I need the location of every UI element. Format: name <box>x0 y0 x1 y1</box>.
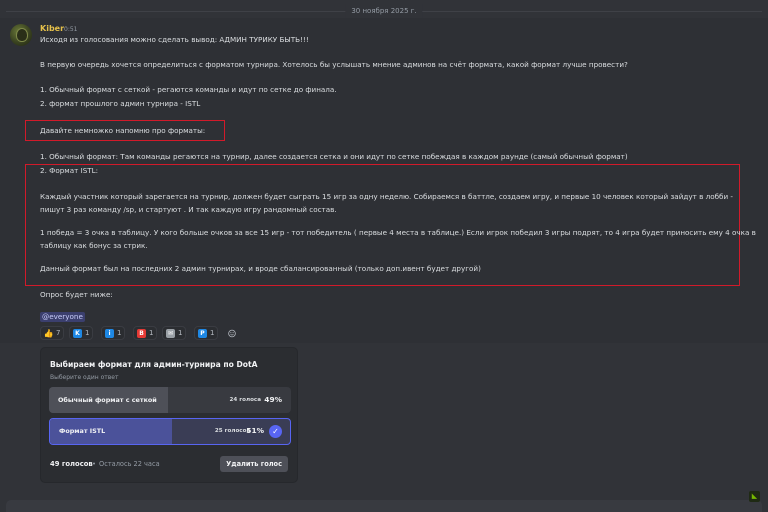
message-line: 1. Обычный формат с сеткой - регаются ко… <box>40 85 337 94</box>
reaction-k[interactable]: K 1 <box>69 326 94 340</box>
reaction-count: 1 <box>117 329 122 337</box>
overlay-app-icon[interactable]: ◣ <box>749 491 760 502</box>
message-line: Каждый участник который зарегается на ту… <box>40 192 734 201</box>
message-line: 2. Формат ISTL: <box>40 166 99 175</box>
message-line: Исходя из голосования можно сделать выво… <box>40 35 309 44</box>
b-emoji-icon: B <box>137 328 146 338</box>
reaction-b[interactable]: B 1 <box>133 326 158 340</box>
envelope-emoji-icon: ✉ <box>166 328 175 338</box>
checkmark-icon: ✓ <box>269 425 282 438</box>
message-line: пишут 3 раз команду /sp, и стартуют . И … <box>40 205 337 214</box>
poll-card: Выбираем формат для админ-турнира по Dot… <box>40 347 298 483</box>
thumbs-up-icon: 👍 <box>43 328 54 338</box>
message-line: таблицу как бонус за стрик. <box>40 241 148 250</box>
poll-question: Выбираем формат для админ-турнира по Dot… <box>50 360 258 369</box>
author-name[interactable]: Kiber <box>40 24 64 34</box>
poll-separator: • <box>92 460 97 468</box>
reaction-thumbs-up[interactable]: 👍 7 <box>40 326 65 340</box>
add-reaction-button[interactable] <box>224 326 240 340</box>
message-line: Опрос будет ниже: <box>40 290 113 299</box>
poll-option-votes: 24 голоса <box>229 397 261 403</box>
message-line: 2. формат прошлого админ турнира - ISTL <box>40 99 201 108</box>
poll-option[interactable]: Обычный формат с сеткой 24 голоса 49% <box>49 387 291 413</box>
reaction-count: 1 <box>178 329 183 337</box>
reaction-envelope[interactable]: ✉ 1 <box>162 326 187 340</box>
poll-option-votes: 25 голосов <box>214 428 250 434</box>
p-emoji-icon: P <box>198 328 207 338</box>
message-composer[interactable] <box>6 500 762 512</box>
message-line: В первую очередь хочется определиться с … <box>40 60 628 69</box>
poll-total-votes: 49 голосов <box>50 460 93 468</box>
reaction-count: 1 <box>149 329 154 337</box>
poll-time-left: Осталось 22 часа <box>99 460 160 468</box>
k-emoji-icon: K <box>73 328 82 338</box>
date-divider-label: 30 ноября 2025 г. <box>345 4 423 18</box>
message-line: 1. Обычный формат: Там команды регаются … <box>40 152 628 161</box>
remove-vote-button[interactable]: Удалить голос <box>220 456 288 472</box>
everyone-mention[interactable]: @everyone <box>40 312 85 322</box>
message-line: 1 победа = 3 очка в таблицу. У кого боль… <box>40 228 756 237</box>
avatar[interactable] <box>10 24 32 46</box>
reaction-info[interactable]: i 1 <box>101 326 126 340</box>
add-reaction-icon <box>228 329 236 337</box>
message-line: Данный формат был на последних 2 админ т… <box>40 264 481 273</box>
reaction-count: 1 <box>85 329 90 337</box>
poll-option-label: Обычный формат с сеткой <box>58 396 157 404</box>
poll-subtitle: Выберите один ответ <box>50 374 119 381</box>
poll-option-percent: 51% <box>246 426 264 435</box>
reaction-count: 1 <box>210 329 215 337</box>
message-timestamp[interactable]: 0:51 <box>64 25 77 34</box>
reaction-count: 7 <box>56 329 61 337</box>
poll-option-label: Формат ISTL <box>59 427 106 435</box>
info-emoji-icon: i <box>105 328 114 338</box>
date-divider: 30 ноября 2025 г. <box>0 4 768 18</box>
avatar-face <box>16 28 28 42</box>
message-line: Давайте немножко напомню про форматы: <box>40 126 206 135</box>
poll-option-selected[interactable]: Формат ISTL 25 голосов 51% ✓ <box>49 418 291 445</box>
poll-option-percent: 49% <box>264 395 282 404</box>
reaction-p[interactable]: P 1 <box>194 326 219 340</box>
